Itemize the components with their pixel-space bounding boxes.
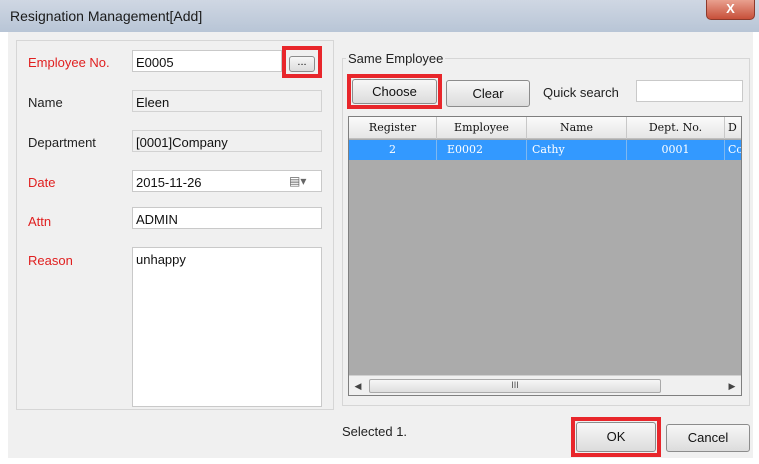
scroll-thumb[interactable]: III <box>369 379 661 393</box>
column-header-truncated[interactable]: D <box>725 117 741 139</box>
quick-search-label: Quick search <box>543 85 619 100</box>
cancel-button[interactable]: Cancel <box>666 424 750 452</box>
attn-label: Attn <box>28 214 52 229</box>
name-label: Name <box>28 95 63 110</box>
date-picker[interactable]: 2015-11-26 ▤▾ <box>132 170 322 192</box>
cell-truncated: Co <box>728 143 742 156</box>
date-label: Date <box>28 175 56 190</box>
employee-no-label: Employee No. <box>28 55 110 70</box>
column-header-employee[interactable]: Employee <box>437 117 527 139</box>
title-bar: Resignation Management[Add] X <box>0 0 759 32</box>
column-header-dept-no[interactable]: Dept. No. <box>627 117 725 139</box>
browse-employee-button[interactable]: ... <box>289 56 315 72</box>
department-label: Department <box>28 135 96 150</box>
ok-button[interactable]: OK <box>576 422 656 452</box>
close-button[interactable]: X <box>706 0 755 20</box>
cell-register: 2 <box>349 140 437 160</box>
column-header-register[interactable]: Register <box>349 117 437 139</box>
column-header-name[interactable]: Name <box>527 117 627 139</box>
cell-employee: E0002 <box>437 140 527 160</box>
same-employee-grid[interactable]: Register Employee Name Dept. No. D 2 E00… <box>348 116 742 396</box>
grid-header: Register Employee Name Dept. No. D <box>349 117 741 139</box>
cell-name: Cathy <box>527 140 627 160</box>
cell-dept-no: 0001 <box>627 140 725 160</box>
clear-button[interactable]: Clear <box>446 80 530 107</box>
attn-field[interactable]: ADMIN <box>132 207 322 229</box>
department-field: [0001]Company <box>132 130 322 152</box>
choose-button[interactable]: Choose <box>352 79 437 104</box>
scroll-left-icon[interactable]: ◀ <box>351 378 365 394</box>
name-field: Eleen <box>132 90 322 112</box>
selected-count: Selected 1. <box>342 424 408 439</box>
employee-no-field[interactable]: E0005 <box>132 50 282 72</box>
reason-label: Reason <box>28 253 73 268</box>
scroll-right-icon[interactable]: ▶ <box>725 378 739 394</box>
same-employee-title: Same Employee <box>346 51 446 66</box>
quick-search-input[interactable] <box>636 80 743 102</box>
date-value: 2015-11-26 <box>136 175 202 190</box>
calendar-dropdown-icon[interactable]: ▤▾ <box>289 174 306 188</box>
table-row[interactable]: 2 E0002 Cathy 0001 Co <box>349 140 741 160</box>
horizontal-scrollbar[interactable]: ◀ III ▶ <box>349 375 741 395</box>
window-title: Resignation Management[Add] <box>10 8 203 24</box>
reason-textarea[interactable]: unhappy <box>132 247 322 407</box>
close-icon: X <box>726 1 735 16</box>
